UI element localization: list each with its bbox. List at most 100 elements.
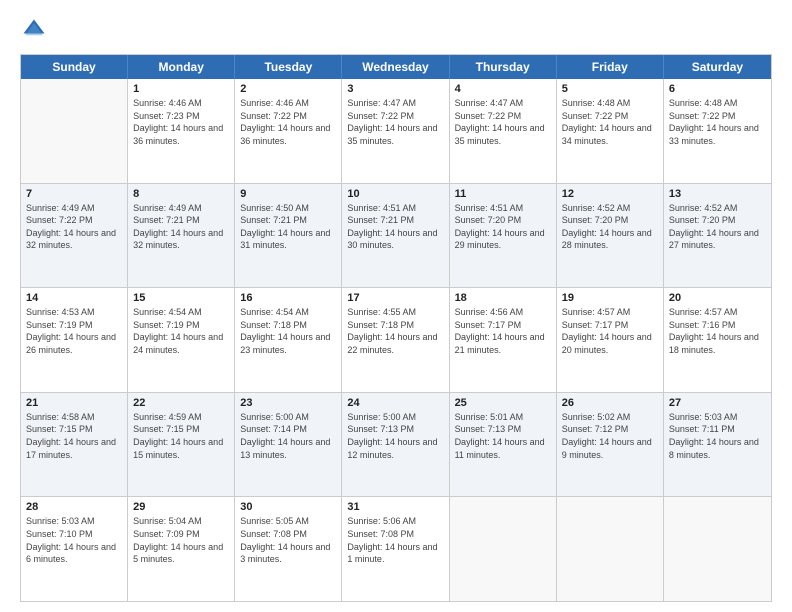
page: SundayMondayTuesdayWednesdayThursdayFrid… xyxy=(0,0,792,612)
day-number: 27 xyxy=(669,397,766,409)
day-number: 24 xyxy=(347,397,443,409)
day-cell-16: 16 Sunrise: 4:54 AMSunset: 7:18 PMDayligh… xyxy=(235,288,342,392)
day-cell-28: 28 Sunrise: 5:03 AMSunset: 7:10 PMDayligh… xyxy=(21,497,128,601)
header-day-monday: Monday xyxy=(128,55,235,79)
day-number: 14 xyxy=(26,292,122,304)
day-cell-14: 14 Sunrise: 4:53 AMSunset: 7:19 PMDayligh… xyxy=(21,288,128,392)
day-info: Sunrise: 5:00 AMSunset: 7:14 PMDaylight:… xyxy=(240,411,336,461)
day-info: Sunrise: 4:58 AMSunset: 7:15 PMDaylight:… xyxy=(26,411,122,461)
day-number: 23 xyxy=(240,397,336,409)
day-cell-20: 20 Sunrise: 4:57 AMSunset: 7:16 PMDayligh… xyxy=(664,288,771,392)
day-info: Sunrise: 4:57 AMSunset: 7:16 PMDaylight:… xyxy=(669,306,766,356)
day-number: 21 xyxy=(26,397,122,409)
day-number: 15 xyxy=(133,292,229,304)
day-number: 26 xyxy=(562,397,658,409)
day-cell-18: 18 Sunrise: 4:56 AMSunset: 7:17 PMDayligh… xyxy=(450,288,557,392)
day-cell-22: 22 Sunrise: 4:59 AMSunset: 7:15 PMDayligh… xyxy=(128,393,235,497)
empty-cell-4-5 xyxy=(557,497,664,601)
day-cell-31: 31 Sunrise: 5:06 AMSunset: 7:08 PMDayligh… xyxy=(342,497,449,601)
day-cell-2: 2 Sunrise: 4:46 AMSunset: 7:22 PMDaylight… xyxy=(235,79,342,183)
day-cell-21: 21 Sunrise: 4:58 AMSunset: 7:15 PMDayligh… xyxy=(21,393,128,497)
day-info: Sunrise: 4:47 AMSunset: 7:22 PMDaylight:… xyxy=(455,97,551,147)
day-number: 29 xyxy=(133,501,229,513)
empty-cell-4-6 xyxy=(664,497,771,601)
day-cell-24: 24 Sunrise: 5:00 AMSunset: 7:13 PMDayligh… xyxy=(342,393,449,497)
day-number: 20 xyxy=(669,292,766,304)
header-day-friday: Friday xyxy=(557,55,664,79)
day-cell-5: 5 Sunrise: 4:48 AMSunset: 7:22 PMDaylight… xyxy=(557,79,664,183)
day-info: Sunrise: 5:00 AMSunset: 7:13 PMDaylight:… xyxy=(347,411,443,461)
day-number: 4 xyxy=(455,83,551,95)
day-number: 2 xyxy=(240,83,336,95)
calendar-row-4: 28 Sunrise: 5:03 AMSunset: 7:10 PMDayligh… xyxy=(21,497,771,601)
day-number: 3 xyxy=(347,83,443,95)
day-cell-12: 12Sunrise: 4:52 AMSunset: 7:20 PMDayligh… xyxy=(557,184,664,288)
calendar: SundayMondayTuesdayWednesdayThursdayFrid… xyxy=(20,54,772,602)
day-cell-9: 9 Sunrise: 4:50 AMSunset: 7:21 PMDaylight… xyxy=(235,184,342,288)
day-info: Sunrise: 4:51 AMSunset: 7:20 PMDaylight:… xyxy=(455,202,551,252)
header-day-saturday: Saturday xyxy=(664,55,771,79)
day-info: Sunrise: 5:06 AMSunset: 7:08 PMDaylight:… xyxy=(347,515,443,565)
day-number: 31 xyxy=(347,501,443,513)
day-cell-15: 15 Sunrise: 4:54 AMSunset: 7:19 PMDayligh… xyxy=(128,288,235,392)
day-cell-17: 17 Sunrise: 4:55 AMSunset: 7:18 PMDayligh… xyxy=(342,288,449,392)
day-number: 16 xyxy=(240,292,336,304)
day-info: Sunrise: 4:57 AMSunset: 7:17 PMDaylight:… xyxy=(562,306,658,356)
day-cell-19: 19 Sunrise: 4:57 AMSunset: 7:17 PMDayligh… xyxy=(557,288,664,392)
day-info: Sunrise: 4:59 AMSunset: 7:15 PMDaylight:… xyxy=(133,411,229,461)
day-cell-25: 25 Sunrise: 5:01 AMSunset: 7:13 PMDayligh… xyxy=(450,393,557,497)
day-info: Sunrise: 4:55 AMSunset: 7:18 PMDaylight:… xyxy=(347,306,443,356)
day-cell-29: 29 Sunrise: 5:04 AMSunset: 7:09 PMDayligh… xyxy=(128,497,235,601)
logo xyxy=(20,16,52,44)
calendar-header: SundayMondayTuesdayWednesdayThursdayFrid… xyxy=(21,55,771,79)
day-number: 25 xyxy=(455,397,551,409)
day-info: Sunrise: 5:03 AMSunset: 7:10 PMDaylight:… xyxy=(26,515,122,565)
calendar-row-2: 14 Sunrise: 4:53 AMSunset: 7:19 PMDayligh… xyxy=(21,288,771,393)
day-cell-6: 6 Sunrise: 4:48 AMSunset: 7:22 PMDaylight… xyxy=(664,79,771,183)
day-cell-23: 23 Sunrise: 5:00 AMSunset: 7:14 PMDayligh… xyxy=(235,393,342,497)
day-info: Sunrise: 4:52 AMSunset: 7:20 PMDaylight:… xyxy=(669,202,766,252)
empty-cell-4-4 xyxy=(450,497,557,601)
day-info: Sunrise: 4:48 AMSunset: 7:22 PMDaylight:… xyxy=(562,97,658,147)
day-number: 17 xyxy=(347,292,443,304)
day-info: Sunrise: 4:51 AMSunset: 7:21 PMDaylight:… xyxy=(347,202,443,252)
day-cell-7: 7Sunrise: 4:49 AMSunset: 7:22 PMDaylight… xyxy=(21,184,128,288)
day-info: Sunrise: 5:02 AMSunset: 7:12 PMDaylight:… xyxy=(562,411,658,461)
header-day-sunday: Sunday xyxy=(21,55,128,79)
day-info: Sunrise: 4:56 AMSunset: 7:17 PMDaylight:… xyxy=(455,306,551,356)
day-info: Sunrise: 4:47 AMSunset: 7:22 PMDaylight:… xyxy=(347,97,443,147)
day-cell-4: 4 Sunrise: 4:47 AMSunset: 7:22 PMDaylight… xyxy=(450,79,557,183)
empty-cell-0-0 xyxy=(21,79,128,183)
day-number: 28 xyxy=(26,501,122,513)
day-info: Sunrise: 4:52 AMSunset: 7:20 PMDaylight:… xyxy=(562,202,658,252)
day-number: 30 xyxy=(240,501,336,513)
day-info: Sunrise: 4:53 AMSunset: 7:19 PMDaylight:… xyxy=(26,306,122,356)
day-info: Sunrise: 4:48 AMSunset: 7:22 PMDaylight:… xyxy=(669,97,766,147)
day-info: Sunrise: 5:04 AMSunset: 7:09 PMDaylight:… xyxy=(133,515,229,565)
header-day-tuesday: Tuesday xyxy=(235,55,342,79)
calendar-row-0: 1Sunrise: 4:46 AMSunset: 7:23 PMDaylight… xyxy=(21,79,771,184)
day-number: 8 xyxy=(133,188,229,200)
day-cell-11: 11Sunrise: 4:51 AMSunset: 7:20 PMDayligh… xyxy=(450,184,557,288)
day-number: 22 xyxy=(133,397,229,409)
day-info: Sunrise: 4:49 AMSunset: 7:21 PMDaylight:… xyxy=(133,202,229,252)
day-cell-30: 30 Sunrise: 5:05 AMSunset: 7:08 PMDayligh… xyxy=(235,497,342,601)
day-number: 18 xyxy=(455,292,551,304)
day-info: Sunrise: 4:54 AMSunset: 7:19 PMDaylight:… xyxy=(133,306,229,356)
day-cell-8: 8 Sunrise: 4:49 AMSunset: 7:21 PMDaylight… xyxy=(128,184,235,288)
day-number: 9 xyxy=(240,188,336,200)
day-info: Sunrise: 5:03 AMSunset: 7:11 PMDaylight:… xyxy=(669,411,766,461)
day-info: Sunrise: 4:54 AMSunset: 7:18 PMDaylight:… xyxy=(240,306,336,356)
day-number: 6 xyxy=(669,83,766,95)
day-cell-3: 3 Sunrise: 4:47 AMSunset: 7:22 PMDaylight… xyxy=(342,79,449,183)
day-cell-13: 13Sunrise: 4:52 AMSunset: 7:20 PMDayligh… xyxy=(664,184,771,288)
day-cell-10: 10Sunrise: 4:51 AMSunset: 7:21 PMDayligh… xyxy=(342,184,449,288)
day-info: Sunrise: 5:05 AMSunset: 7:08 PMDaylight:… xyxy=(240,515,336,565)
day-info: Sunrise: 5:01 AMSunset: 7:13 PMDaylight:… xyxy=(455,411,551,461)
header xyxy=(20,16,772,44)
day-info: Sunrise: 4:46 AMSunset: 7:22 PMDaylight:… xyxy=(240,97,336,147)
day-number: 19 xyxy=(562,292,658,304)
day-info: Sunrise: 4:50 AMSunset: 7:21 PMDaylight:… xyxy=(240,202,336,252)
calendar-row-3: 21 Sunrise: 4:58 AMSunset: 7:15 PMDayligh… xyxy=(21,393,771,498)
day-number: 5 xyxy=(562,83,658,95)
